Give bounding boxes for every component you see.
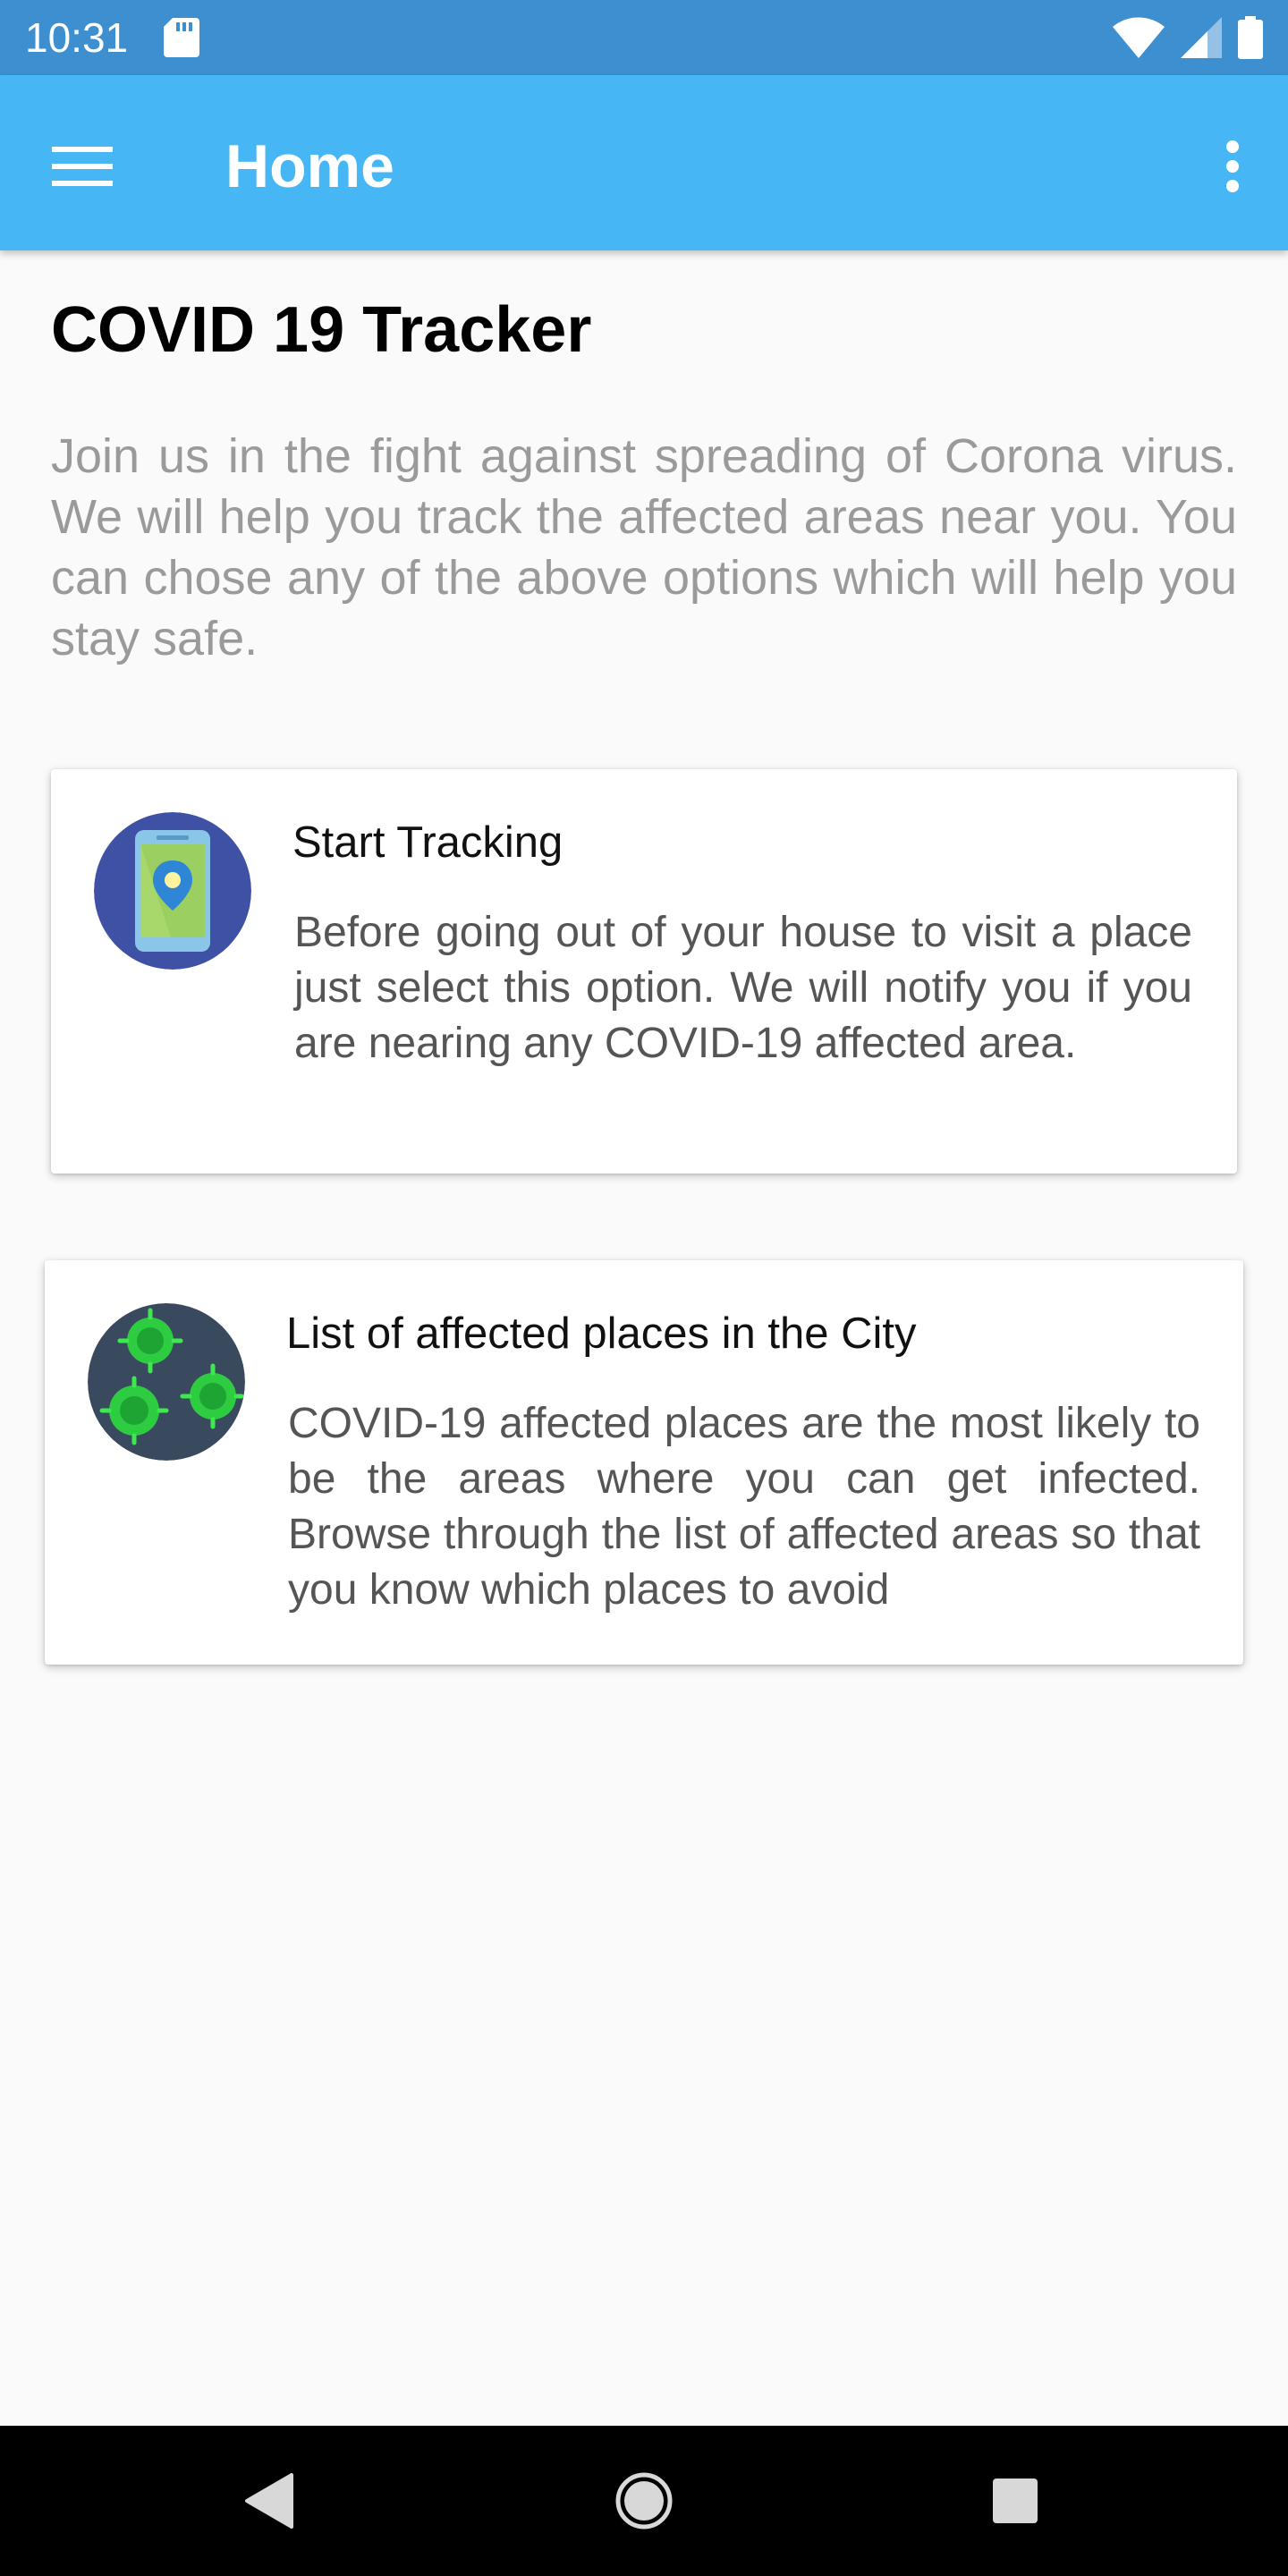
virus-icon: [88, 1303, 245, 1461]
app-bar-title: Home: [225, 132, 394, 200]
more-vert-icon[interactable]: [1199, 123, 1267, 209]
back-icon[interactable]: [224, 2456, 313, 2546]
card-title: Start Tracking: [292, 818, 564, 867]
sd-card-icon: [164, 18, 199, 62]
intro-text: Join us in the fight against spreading o…: [51, 429, 1237, 665]
battery-icon: [1238, 16, 1263, 64]
affected-places-card[interactable]: List of affected places in the City COVI…: [45, 1260, 1243, 1665]
wifi-icon: [1113, 17, 1165, 63]
page-title: COVID 19 Tracker: [51, 294, 592, 366]
app-bar: Home: [0, 75, 1288, 250]
home-icon[interactable]: [599, 2456, 689, 2546]
signal-icon: [1181, 17, 1222, 63]
phone-location-icon: [94, 812, 251, 970]
status-bar: 10:31: [0, 0, 1288, 75]
system-nav-bar: [0, 2426, 1288, 2576]
hamburger-menu-icon[interactable]: [39, 123, 125, 209]
status-time: 10:31: [25, 14, 129, 61]
card-title: List of affected places in the City: [286, 1309, 917, 1358]
card-description: COVID-19 affected places are the most li…: [288, 1400, 1200, 1614]
card-description: Before going out of your house to visit …: [294, 909, 1192, 1067]
recents-icon[interactable]: [970, 2456, 1060, 2546]
start-tracking-card[interactable]: Start Tracking Before going out of your …: [51, 769, 1237, 1174]
